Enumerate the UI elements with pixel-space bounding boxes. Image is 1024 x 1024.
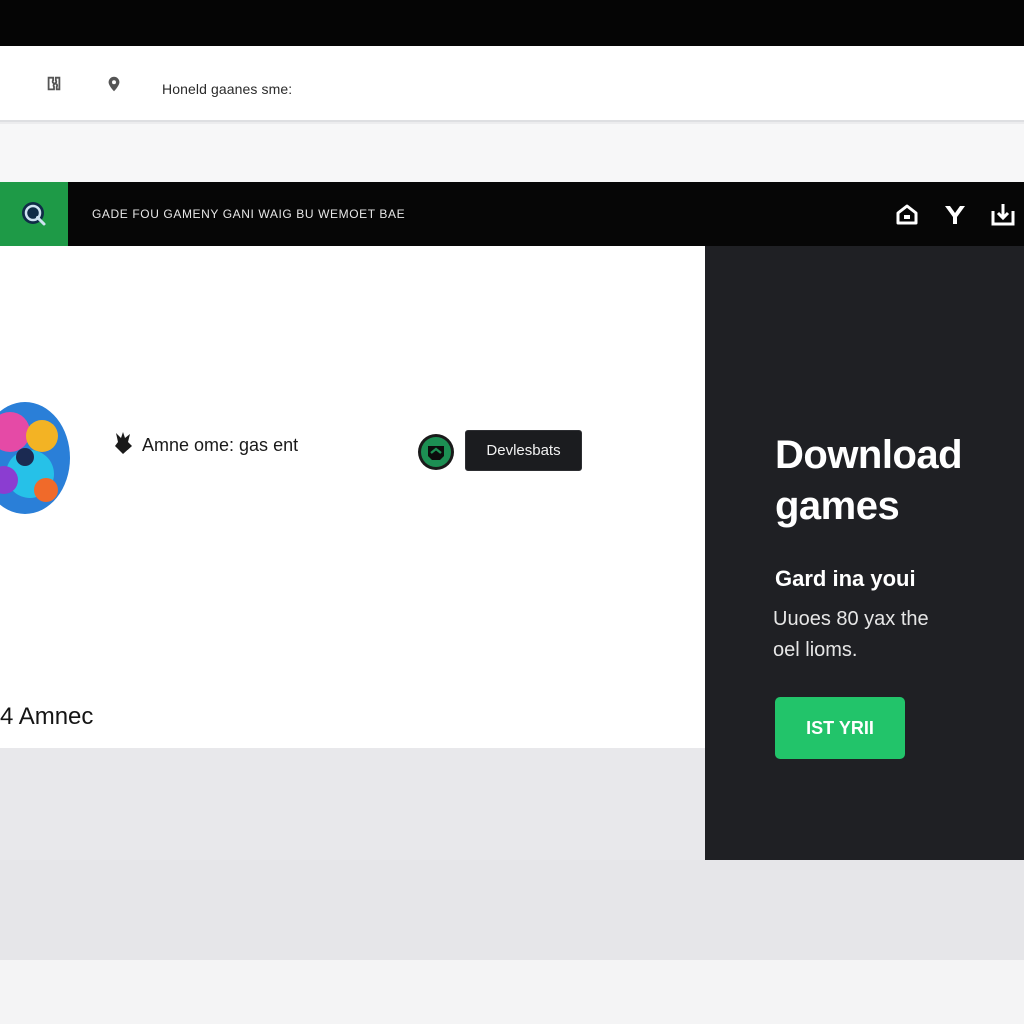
crest-icon bbox=[115, 432, 132, 454]
controller-icon[interactable] bbox=[938, 200, 972, 228]
bottom-band bbox=[0, 960, 1024, 1024]
brand-badge-icon bbox=[418, 434, 454, 470]
address-text[interactable]: Honeld gaanes sme: bbox=[162, 81, 292, 97]
window-top-bar bbox=[0, 0, 1024, 46]
nav-logo[interactable] bbox=[0, 182, 68, 246]
nav-actions bbox=[890, 200, 1024, 228]
games-count-label: 4 Amnec bbox=[0, 703, 94, 730]
nav-tagline: GADE FOU GAMENY GANI WAIG BU WEMOET BAE bbox=[92, 207, 406, 221]
side-panel-subtitle: Gard ina youi bbox=[775, 566, 916, 591]
download-icon[interactable] bbox=[986, 200, 1020, 228]
download-side-panel: Download games Gard ina youi Uuoes 80 ya… bbox=[705, 246, 1024, 860]
lower-band bbox=[0, 860, 1024, 960]
game-name[interactable]: Amne ome: gas ent bbox=[142, 435, 298, 456]
site-navbar: GADE FOU GAMENY GANI WAIG BU WEMOET BAE bbox=[0, 182, 1024, 246]
address-bar: Honeld gaanes sme: bbox=[0, 46, 1024, 122]
get-started-button[interactable]: IST YRII bbox=[775, 697, 905, 759]
location-pin-icon[interactable] bbox=[104, 74, 124, 94]
developers-button[interactable]: Devlesbats bbox=[465, 430, 582, 471]
toolbar-strip bbox=[0, 124, 1024, 182]
main-content bbox=[0, 246, 705, 748]
puzzle-icon[interactable] bbox=[44, 74, 64, 94]
side-panel-description: Uuoes 80 yax the oel lioms. bbox=[773, 608, 929, 661]
search-icon bbox=[22, 202, 46, 226]
main-footer-area bbox=[0, 748, 705, 860]
side-panel-title: Download games bbox=[775, 433, 963, 528]
home-icon[interactable] bbox=[890, 200, 924, 228]
